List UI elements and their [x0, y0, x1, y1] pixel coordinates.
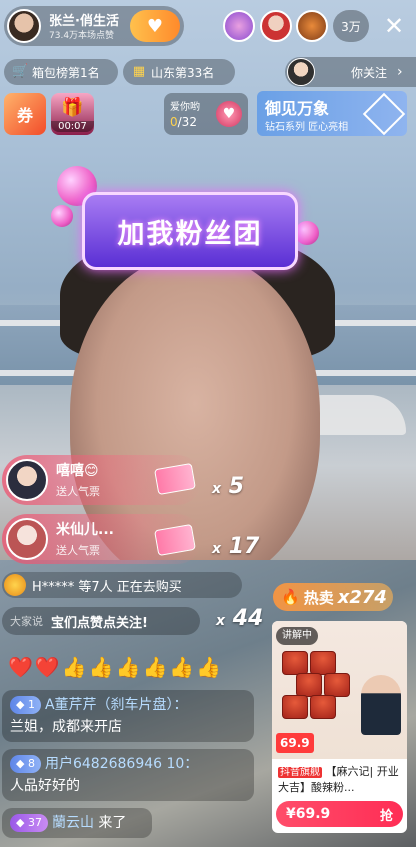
buyers-notice: H***** 等7人 正在去购买 [2, 572, 242, 598]
rank-bag-text: 箱包榜第1名 [32, 65, 100, 80]
promo-subtitle: 钻石系列 匠心亮相 [265, 122, 349, 133]
reaction-emoji-row: ❤️❤️👍👍👍👍👍👍 [8, 655, 224, 679]
gift-sender-name: 嘻嘻😊 [56, 463, 99, 479]
hot-sale-badge: 🔥 热卖 x274 [273, 583, 393, 611]
love-task-card[interactable]: 爱你哟 0/32 ♥ [164, 93, 248, 135]
product-cups [282, 651, 352, 721]
product-price-tag: 69.9 [276, 733, 314, 753]
chat-message[interactable]: ◆ 37 蘭云山 来了 [2, 808, 152, 838]
product-image[interactable]: 讲解中 69.9 [272, 621, 407, 759]
hot-sale-count: x274 [337, 586, 387, 608]
gift-timer: 00:07 [51, 121, 94, 132]
promo-banner[interactable]: 御见万象 钻石系列 匠心亮相 [257, 91, 407, 136]
coupon-button[interactable]: 券 [4, 93, 46, 135]
viewer-avatar[interactable] [260, 10, 292, 42]
host-likes: 73.4万本场点赞 [49, 30, 115, 41]
buyers-text: H***** 等7人 正在去购买 [32, 579, 182, 595]
viewer-avatar[interactable] [296, 10, 328, 42]
explaining-badge: 讲解中 [276, 627, 318, 645]
everyone-says-label: 大家说 [10, 615, 43, 628]
following-entry[interactable]: 你关注 › [285, 57, 416, 87]
gift-multiplier: x 17 [212, 534, 260, 559]
product-price: ¥69.9 [286, 806, 331, 822]
level-badge: ◆ 1 [10, 696, 41, 714]
following-avatar [287, 58, 315, 86]
product-card[interactable]: 讲解中 69.9 抖音旗舰 【麻六记| 开业大吉】酸辣粉... ¥69.9 抢 [272, 621, 407, 833]
chat-text: 来了 [93, 815, 127, 831]
chat-username[interactable]: 蘭云山 [52, 815, 94, 831]
chat-text: 兰姐，成都来开店 [10, 719, 122, 735]
gift-icon: 🎁 [61, 97, 84, 118]
rank-bag-badge[interactable]: 🛒 箱包榜第1名 [4, 59, 118, 85]
rank-region-badge[interactable]: ▦ 山东第33名 [123, 59, 235, 85]
product-title[interactable]: 抖音旗舰 【麻六记| 开业大吉】酸辣粉... [278, 764, 403, 795]
following-text: 你关注 [351, 65, 388, 80]
everyone-says-text: 宝们点赞点关注! [51, 615, 148, 631]
diamond-logo-icon [362, 92, 406, 136]
chat-username[interactable]: 用户6482686946 10： [45, 756, 198, 772]
buy-button[interactable]: ¥69.9 抢 [276, 801, 403, 827]
gift-action: 送人气票 [56, 544, 100, 557]
host-info[interactable]: 张兰·俏生活 73.4万本场点赞 ♥ [4, 6, 184, 46]
disco-ball-decoration [51, 205, 73, 227]
rank-region-text: 山东第33名 [151, 65, 215, 80]
chevron-right-icon: › [397, 64, 403, 80]
disco-ball-decoration [295, 221, 319, 245]
buyer-avatar [4, 574, 26, 596]
shop-icon: ▦ [132, 64, 146, 79]
promo-title: 御见万象 [265, 99, 330, 118]
close-icon[interactable]: ✕ [380, 12, 408, 40]
say-multiplier: x 44 [216, 606, 264, 631]
love-title: 爱你哟 [170, 102, 200, 113]
gift-sender-avatar[interactable] [6, 459, 48, 501]
join-fan-club-sign[interactable]: 加我粉丝团 [82, 192, 298, 270]
chat-text: 人品好好的 [10, 778, 80, 794]
viewer-avatar[interactable] [223, 10, 255, 42]
product-presenter [361, 675, 401, 735]
buy-label: 抢 [379, 808, 393, 824]
love-progress: 0/32 [170, 115, 197, 129]
plus-heart-icon: ♥ [146, 15, 164, 37]
host-name: 张兰·俏生活 [49, 13, 119, 29]
viewer-count[interactable]: 3万 [333, 10, 369, 42]
follow-button[interactable]: ♥ [130, 10, 180, 42]
gift-action: 送人气票 [56, 485, 100, 498]
gift-sender-name: 米仙儿... [56, 522, 114, 538]
cart-icon: 🛒 [12, 64, 29, 79]
coupon-label: 券 [16, 106, 33, 125]
heart-icon: ♥ [216, 101, 242, 127]
gift-sender-avatar[interactable] [6, 518, 48, 560]
level-badge: ◆ 37 [10, 814, 48, 832]
chat-message[interactable]: ◆ 8 用户6482686946 10： 人品好好的 [2, 749, 254, 801]
gift-timer-box[interactable]: 🎁 00:07 [51, 93, 94, 135]
fan-sign-text: 加我粉丝团 [117, 218, 263, 250]
chat-message[interactable]: ◆ 1 A董芹芹（刹车片盘）： 兰姐，成都来开店 [2, 690, 254, 742]
level-badge: ◆ 8 [10, 755, 41, 773]
fire-icon: 🔥 [281, 588, 300, 606]
host-text: 张兰·俏生活 73.4万本场点赞 [49, 12, 119, 41]
host-avatar[interactable] [7, 9, 41, 43]
gift-multiplier: x 5 [212, 474, 245, 499]
chat-username[interactable]: A董芹芹（刹车片盘）： [45, 697, 188, 713]
hot-sale-label: 热卖 [303, 588, 334, 607]
everyone-says-bar[interactable]: 大家说 宝们点赞点关注! [2, 607, 200, 635]
